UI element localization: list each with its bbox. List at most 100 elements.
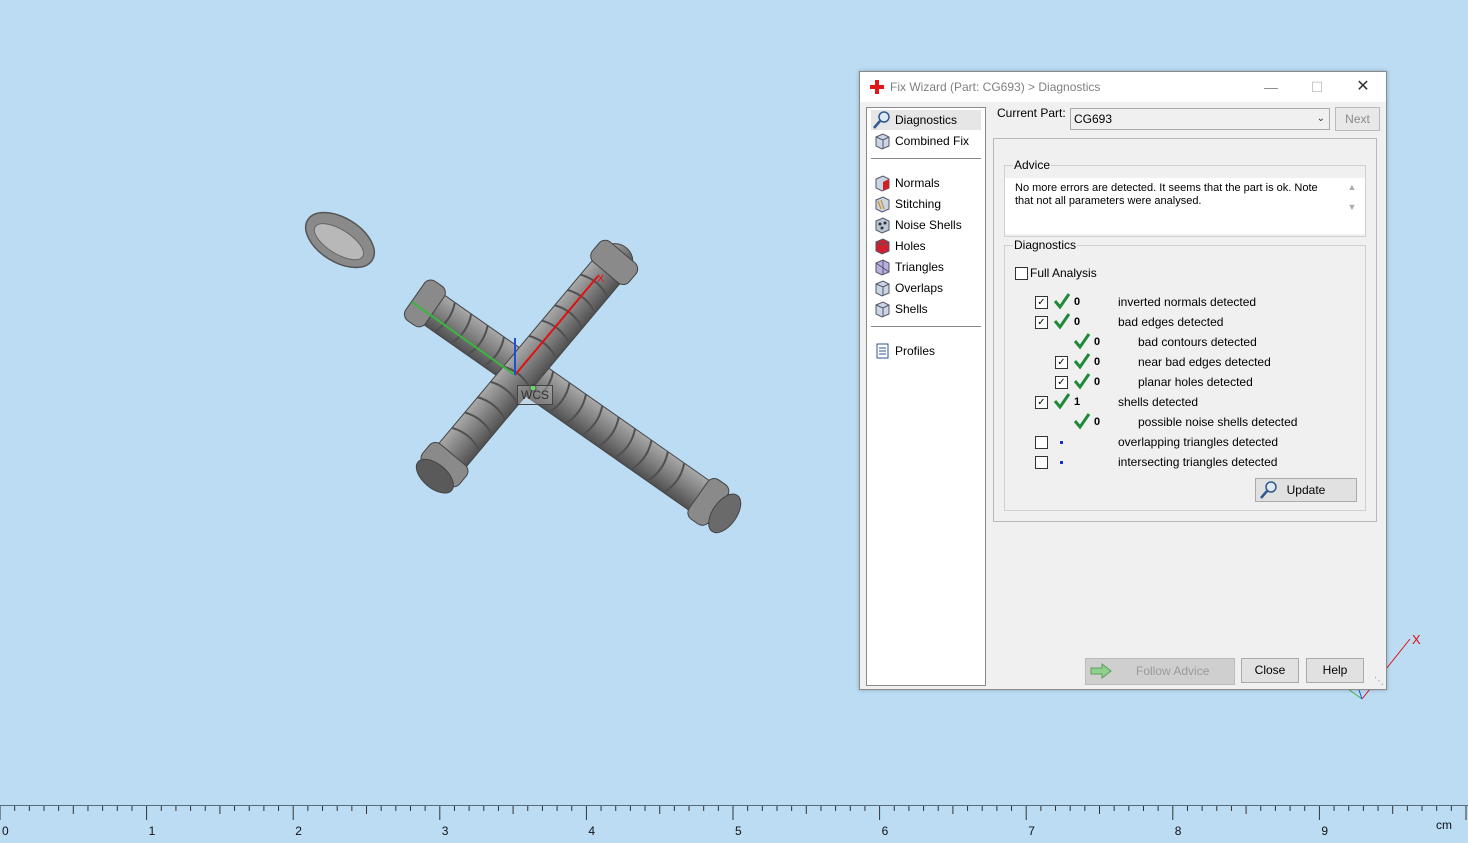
chevron-down-icon: ⌄ [1316,113,1325,124]
document-icon [876,343,889,359]
diag-label: bad contours detected [1138,335,1257,349]
dialog-titlebar[interactable]: Fix Wizard (Part: CG693) > Diagnostics —… [860,72,1386,102]
current-part-label: Current Part: [997,106,1066,120]
nav-label: Overlaps [895,281,944,295]
ruler: 0 1 2 3 4 5 6 7 8 9 cm [0,805,1468,843]
magnifier-icon [1260,481,1277,499]
ruler-tick-label: 2 [295,824,302,838]
red-cross-icon [870,80,884,94]
nav-label: Noise Shells [895,218,962,232]
close-window-button[interactable]: ✕ [1340,72,1386,102]
green-check-icon [1053,393,1071,410]
advice-scrollbar[interactable]: ▲ ▼ [1345,182,1359,230]
help-button[interactable]: Help [1306,658,1364,683]
diag-checkbox[interactable] [1035,456,1048,469]
ruler-tick-label: 4 [588,824,596,838]
follow-advice-label: Follow Advice [1136,664,1210,678]
nav-label: Triangles [895,260,944,274]
advice-text: No more errors are detected. It seems th… [1015,182,1318,207]
diag-checkbox[interactable]: ✓ [1055,356,1068,369]
diag-count: 0 [1094,356,1101,368]
nav-item-normals[interactable]: Normals [871,173,981,193]
green-check-icon [1073,333,1091,350]
green-check-icon [1073,373,1091,390]
diag-checkbox[interactable] [1035,436,1048,449]
nav-label: Profiles [895,344,936,358]
cube-icon [875,133,890,150]
ruler-tick-label: 3 [441,824,449,838]
nav-label: Holes [895,239,926,253]
full-analysis-checkbox[interactable] [1015,267,1028,280]
close-button[interactable]: Close [1241,658,1299,683]
magnifier-icon [873,111,890,129]
advice-group: Advice No more errors are detected. It s… [1004,158,1366,237]
nav-label: Diagnostics [895,113,958,127]
diag-label: intersecting triangles detected [1118,455,1278,469]
ruler-tick-label: 8 [1174,824,1182,838]
nav-separator [871,326,981,327]
holes-cube-icon [875,238,890,255]
nav-item-combined-fix[interactable]: Combined Fix [871,131,981,151]
nav-item-holes[interactable]: Holes [871,236,981,256]
nav-item-overlaps[interactable]: Overlaps [871,278,981,298]
ruler-tick-label: 7 [1028,824,1035,838]
maximize-button[interactable]: ☐ [1294,72,1340,102]
update-label: Update [1286,483,1326,497]
status-dot [1060,461,1063,464]
diag-checkbox[interactable]: ✓ [1055,376,1068,389]
axis-x-label: X [597,273,605,285]
diag-label: inverted normals detected [1118,295,1257,309]
nav-item-noise-shells[interactable]: Noise Shells [871,215,981,235]
wcs-label: WCS [517,385,553,405]
nav-label: Combined Fix [895,134,970,148]
green-check-icon [1073,353,1091,370]
nav-item-diagnostics[interactable]: Diagnostics [871,110,981,130]
diagnostics-group: Diagnostics Full Analysis ✓ 0 inverted n… [1004,238,1366,511]
nav-item-profiles[interactable]: Profiles [871,341,981,361]
axis-x-line [514,275,599,376]
ruler-unit: cm [1436,818,1452,832]
mini-axis-x-label: X [1412,632,1421,647]
nav-item-triangles[interactable]: Triangles [871,257,981,277]
nav-item-shells[interactable]: Shells [871,299,981,319]
nav-label: Normals [895,176,940,190]
diagnostics-frame: Advice No more errors are detected. It s… [993,138,1377,522]
green-check-icon [1073,413,1091,430]
fix-wizard-dialog: Fix Wizard (Part: CG693) > Diagnostics —… [859,71,1387,690]
green-arrow-icon [1090,663,1112,679]
stitching-cube-icon [875,196,890,213]
resize-grip-icon[interactable]: ⋱ [1374,676,1384,687]
diag-count: 0 [1094,336,1101,348]
diag-label: near bad edges detected [1138,355,1271,369]
noise-shells-icon [875,217,890,234]
nav-label: Stitching [895,197,942,211]
next-button[interactable]: Next [1335,107,1380,131]
green-check-icon [1053,313,1071,330]
diag-count: 0 [1074,316,1081,328]
diag-count: 0 [1074,296,1081,308]
diag-label: shells detected [1118,395,1199,409]
diag-checkbox[interactable]: ✓ [1035,296,1048,309]
status-dot [1060,441,1063,444]
normals-cube-icon [875,175,890,192]
diag-checkbox[interactable]: ✓ [1035,396,1048,409]
shells-cube-icon [875,301,890,318]
follow-advice-button[interactable]: Follow Advice [1085,658,1235,685]
nav-item-stitching[interactable]: Stitching [871,194,981,214]
green-check-icon [1053,293,1071,310]
full-analysis-label: Full Analysis [1030,266,1097,280]
bail-loop [304,211,376,269]
ruler-tick-label: 6 [881,824,889,838]
overlaps-cube-icon [875,280,890,297]
ruler-tick-label: 1 [148,824,156,838]
advice-box: No more errors are detected. It seems th… [1005,178,1365,234]
nav-separator [871,158,981,159]
update-button[interactable]: Update [1255,478,1357,502]
diag-count: 0 [1094,416,1101,428]
diag-label: bad edges detected [1118,315,1224,329]
minimize-button[interactable]: — [1248,72,1294,102]
current-part-select[interactable]: CG693 ⌄ [1070,108,1330,130]
diagnostics-title: Diagnostics [1013,238,1078,252]
diag-checkbox[interactable]: ✓ [1035,316,1048,329]
triangles-cube-icon [875,259,890,276]
